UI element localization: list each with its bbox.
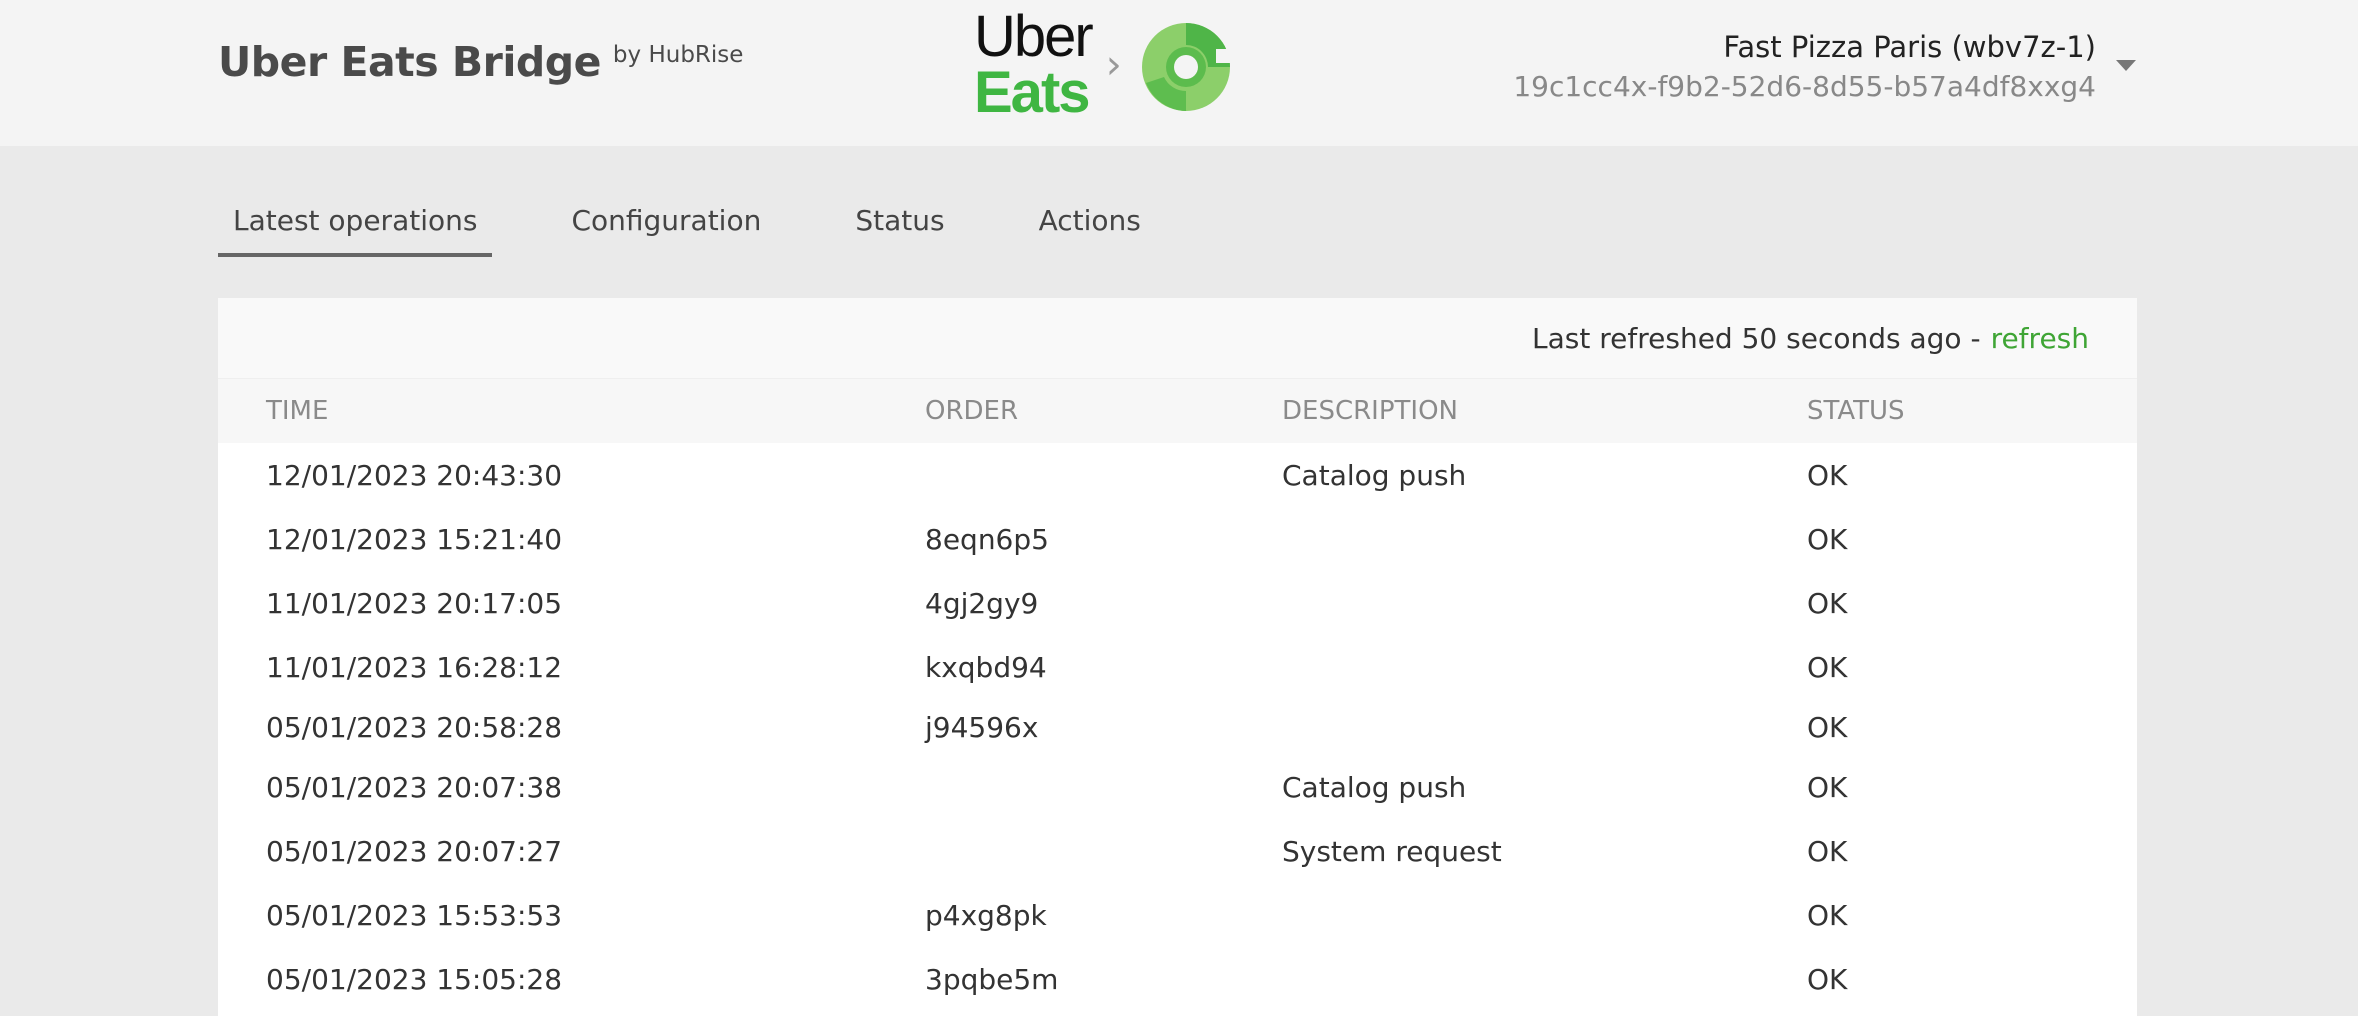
refresh-bar: Last refreshed 50 seconds ago - refresh	[218, 298, 2137, 378]
table-row[interactable]: 11/01/2023 20:17:05 4gj2gy9 OK	[218, 571, 2137, 635]
cell-time: 11/01/2023 20:17:05	[266, 586, 563, 620]
chevron-right-icon: ›	[1105, 42, 1122, 88]
cell-status: OK	[1807, 650, 1848, 684]
cell-status: OK	[1807, 770, 1848, 804]
cell-status: OK	[1807, 834, 1848, 868]
table-row[interactable]: 05/01/2023 20:07:38 Catalog push OK	[218, 755, 2137, 819]
cell-description: Catalog push	[1282, 458, 1467, 492]
cell-order: p4xg8pk	[925, 898, 1047, 932]
cell-status: OK	[1807, 898, 1848, 932]
account-name: Fast Pizza Paris (wbv7z-1)	[1723, 30, 2096, 64]
uber-logo-word: Uber	[974, 4, 1094, 69]
account-selector[interactable]: Fast Pizza Paris (wbv7z-1) 19c1cc4x-f9b2…	[1513, 30, 2096, 103]
cell-time: 05/01/2023 20:07:27	[266, 834, 563, 868]
brand: Uber Eats Bridge by HubRise	[218, 38, 743, 86]
eats-logo-word: Eats	[974, 60, 1091, 125]
table-row[interactable]: 05/01/2023 20:58:28 j94596x OK	[218, 699, 2137, 755]
integration-logos: Uber Eats ›	[974, 8, 1236, 122]
table-row[interactable]: 12/01/2023 20:43:30 Catalog push OK	[218, 443, 2137, 507]
cell-time: 11/01/2023 16:28:12	[266, 650, 563, 684]
column-header-order: ORDER	[925, 396, 1019, 426]
tab-configuration[interactable]: Configuration	[556, 204, 776, 257]
uber-eats-logo: Uber Eats	[974, 4, 1094, 125]
tab-bar: Latest operations Configuration Status A…	[218, 204, 1220, 257]
table-row[interactable]: 05/01/2023 15:05:28 3pqbe5m OK	[218, 947, 2137, 1011]
hubrise-logo-icon	[1141, 23, 1236, 111]
refresh-link[interactable]: refresh	[1991, 322, 2089, 355]
account-id: 19c1cc4x-f9b2-52d6-8d55-b57a4df8xxg4	[1513, 70, 2096, 103]
cell-order: 3pqbe5m	[925, 962, 1059, 996]
cell-status: OK	[1807, 710, 1848, 744]
table-row[interactable]: 05/01/2023 15:53:53 p4xg8pk OK	[218, 883, 2137, 947]
chevron-down-icon[interactable]	[2116, 60, 2136, 71]
tab-status[interactable]: Status	[840, 204, 959, 257]
cell-order: j94596x	[925, 710, 1039, 744]
operations-panel: Last refreshed 50 seconds ago - refresh …	[218, 298, 2137, 1016]
last-refreshed-text: Last refreshed 50 seconds ago -	[1532, 321, 1981, 355]
cell-status: OK	[1807, 586, 1848, 620]
table-row[interactable]: 05/01/2023 20:07:27 System request OK	[218, 819, 2137, 883]
cell-description: Catalog push	[1282, 770, 1467, 804]
table-row[interactable]: 12/01/2023 15:21:40 8eqn6p5 OK	[218, 507, 2137, 571]
column-header-status: STATUS	[1807, 396, 1905, 426]
cell-time: 12/01/2023 20:43:30	[266, 458, 563, 492]
cell-status: OK	[1807, 522, 1848, 556]
cell-time: 05/01/2023 20:58:28	[266, 710, 563, 744]
cell-status: OK	[1807, 458, 1848, 492]
tab-actions[interactable]: Actions	[1024, 204, 1156, 257]
cell-description: System request	[1282, 834, 1502, 868]
table-header: TIME ORDER DESCRIPTION STATUS	[218, 378, 2137, 443]
column-header-time: TIME	[266, 396, 329, 426]
cell-time: 05/01/2023 15:53:53	[266, 898, 563, 932]
cell-status: OK	[1807, 962, 1848, 996]
app-title: Uber Eats Bridge	[218, 38, 601, 86]
column-header-description: DESCRIPTION	[1282, 396, 1458, 426]
app-subtitle: by HubRise	[612, 42, 744, 68]
table-row[interactable]: 11/01/2023 16:28:12 kxqbd94 OK	[218, 635, 2137, 699]
tab-latest-operations[interactable]: Latest operations	[218, 204, 493, 257]
cell-order: 8eqn6p5	[925, 522, 1049, 556]
header: Uber Eats Bridge by HubRise Uber Eats › …	[0, 0, 2358, 146]
cell-order: 4gj2gy9	[925, 586, 1039, 620]
cell-time: 05/01/2023 15:05:28	[266, 962, 563, 996]
cell-order: kxqbd94	[925, 650, 1047, 684]
cell-time: 12/01/2023 15:21:40	[266, 522, 563, 556]
cell-time: 05/01/2023 20:07:38	[266, 770, 563, 804]
